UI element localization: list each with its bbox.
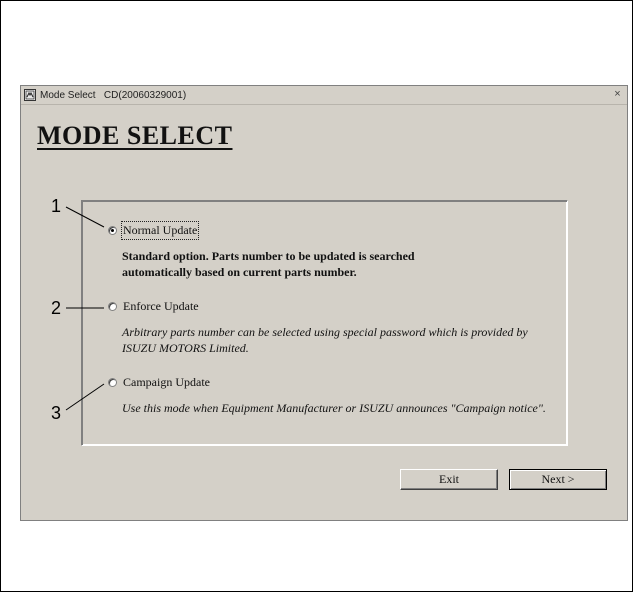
normal-update-radio-row[interactable]: Normal Update: [108, 221, 557, 240]
normal-update-description: Standard option. Parts number to be upda…: [122, 249, 415, 279]
enforce-update-label[interactable]: Enforce Update: [123, 299, 199, 314]
campaign-update-label[interactable]: Campaign Update: [123, 375, 210, 390]
mode-options-group: Normal Update Standard option. Parts num…: [81, 200, 568, 446]
enforce-update-radio-row[interactable]: Enforce Update: [108, 299, 557, 314]
window-title: Mode Select CD(20060329001): [40, 89, 187, 101]
close-icon[interactable]: ×: [612, 89, 623, 100]
radio-selected-dot: [111, 229, 114, 232]
campaign-update-description: Use this mode when Equipment Manufacture…: [122, 401, 546, 415]
enforce-update-radio[interactable]: [108, 302, 117, 311]
page-title: MODE SELECT: [37, 121, 233, 150]
exit-button[interactable]: Exit: [400, 469, 498, 490]
mode-select-window: Mode Select CD(20060329001) × MODE SELEC…: [20, 85, 628, 521]
option-normal-update: Normal Update Standard option. Parts num…: [108, 221, 557, 280]
enforce-update-description: Arbitrary parts number can be selected u…: [122, 325, 528, 355]
option-campaign-update: Campaign Update Use this mode when Equip…: [108, 375, 557, 416]
normal-update-label[interactable]: Normal Update: [120, 221, 200, 240]
campaign-update-radio-row[interactable]: Campaign Update: [108, 375, 557, 390]
option-enforce-update: Enforce Update Arbitrary parts number ca…: [108, 299, 557, 356]
title-bar[interactable]: Mode Select CD(20060329001) ×: [21, 86, 627, 105]
normal-update-radio[interactable]: [108, 226, 117, 235]
campaign-update-radio[interactable]: [108, 378, 117, 387]
next-button[interactable]: Next >: [509, 469, 607, 490]
app-icon: [24, 89, 36, 101]
